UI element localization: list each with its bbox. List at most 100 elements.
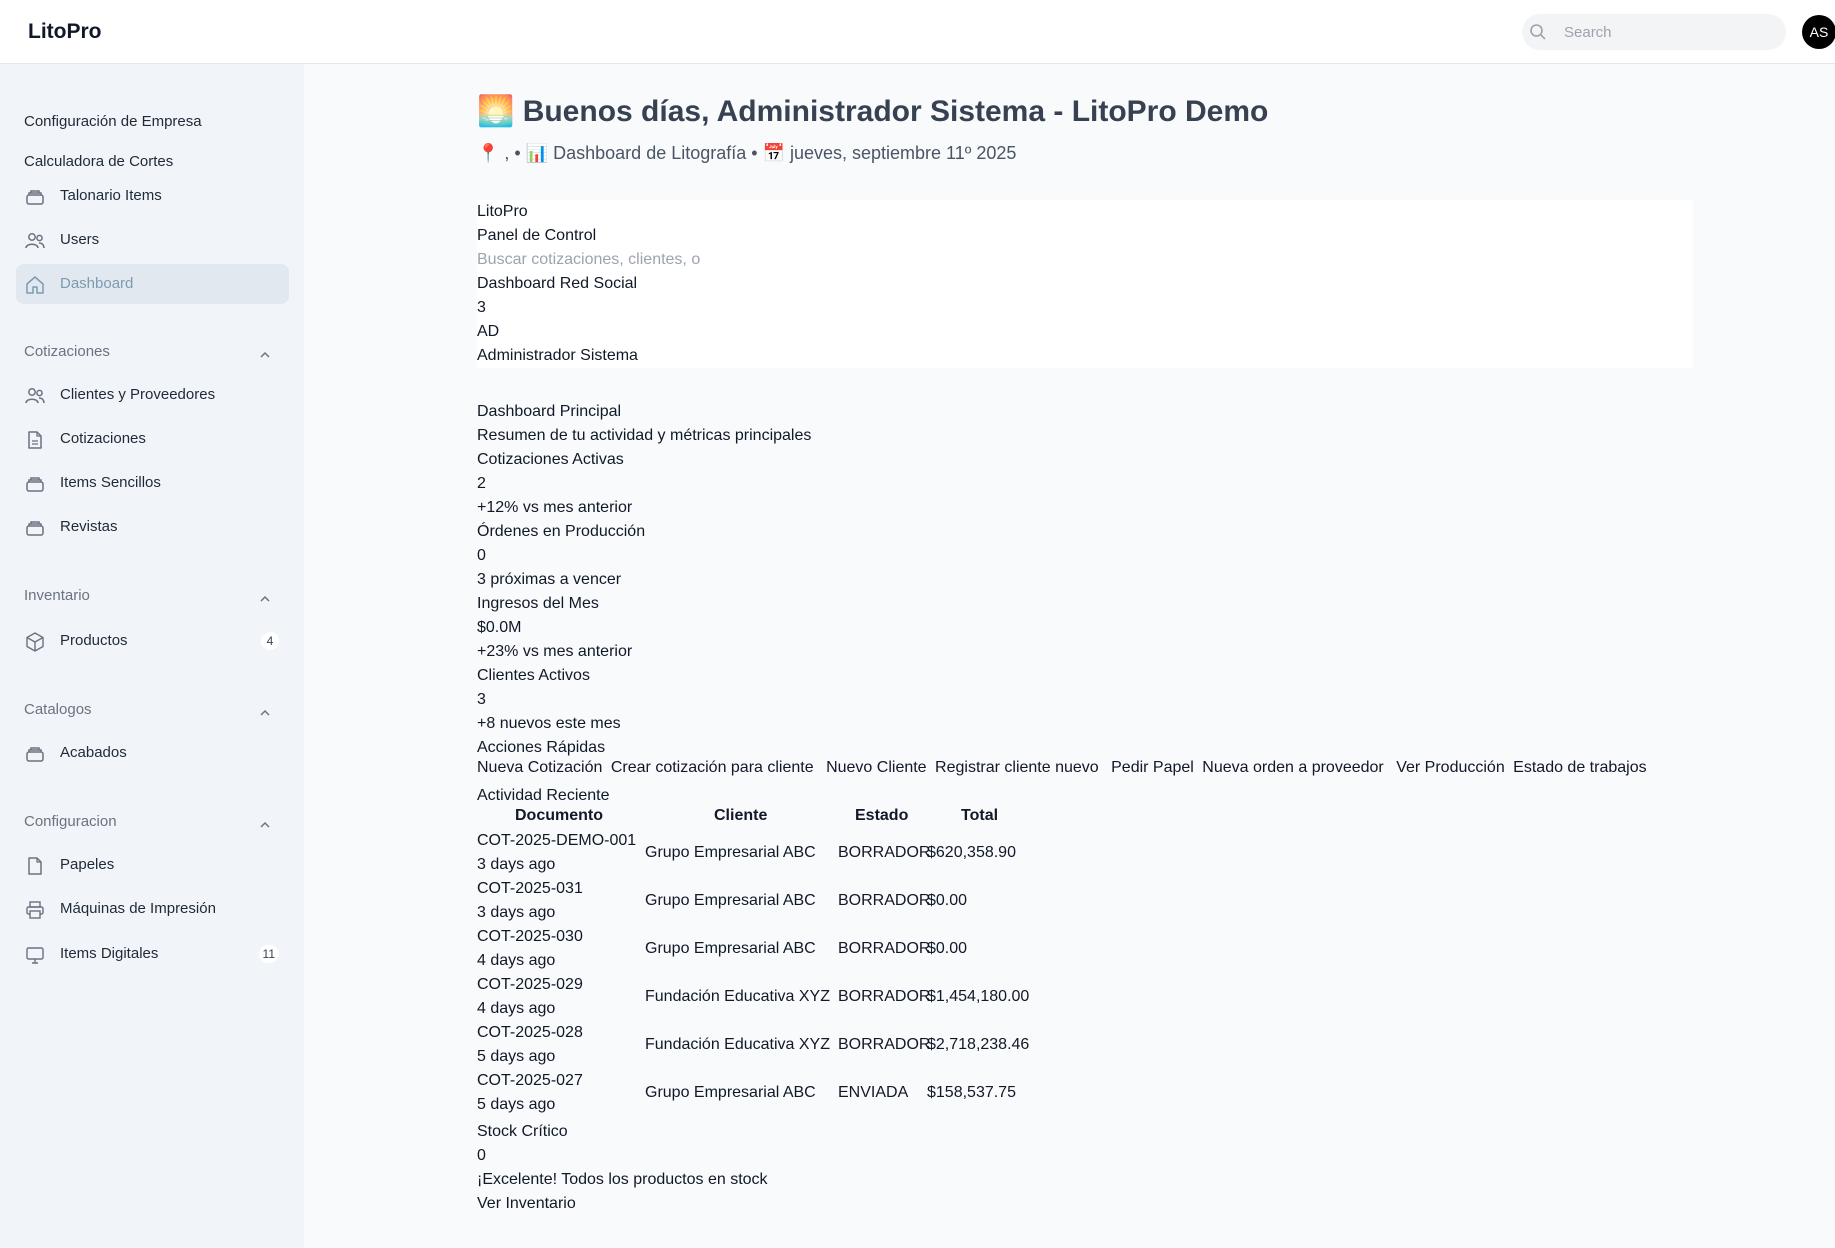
quick-action-desc: Crear cotización para cliente [610, 759, 814, 776]
total-amount: $0.00 [927, 892, 968, 909]
sidebar-item-dashboard[interactable]: Dashboard [16, 264, 289, 304]
sidebar-item-maquinas-impresion[interactable]: Máquinas de Impresión [16, 889, 289, 929]
metric-value: 2 [477, 475, 486, 492]
stock-value: 0 [477, 1147, 486, 1164]
sidebar-item-configuracion-empresa[interactable]: Configuración de Empresa [16, 102, 289, 142]
doc-age: 4 days ago [477, 952, 556, 969]
client-name: Grupo Empresarial ABC [645, 1084, 816, 1101]
sidebar-item-label: Revistas [60, 518, 118, 535]
top-bar: LitoPro AS [0, 0, 1835, 64]
quick-actions-title: Acciones Rápidas [477, 739, 606, 756]
sidebar-item-papeles[interactable]: Papeles [16, 845, 289, 885]
group-configuracion-toggle[interactable]: Configuracion [24, 813, 281, 837]
stack-icon [26, 521, 44, 536]
quick-action-desc: Estado de trabajos [1513, 759, 1647, 776]
group-catalogos-toggle[interactable]: Catalogos [24, 701, 281, 725]
column-header: Documento [515, 807, 603, 824]
sidebar-item-label: Items Digitales [60, 945, 159, 962]
view-inventory-link[interactable]: Ver Inventario [477, 1192, 576, 1216]
global-search[interactable] [1522, 14, 1786, 50]
embedded-social-link[interactable]: Dashboard Red Social [477, 272, 637, 296]
quick-action-desc: Registrar cliente nuevo [935, 759, 1099, 776]
doc-age: 3 days ago [477, 856, 556, 873]
status-badge: BORRADOR [838, 1036, 931, 1053]
sidebar-item-cotizaciones[interactable]: Cotizaciones [16, 419, 289, 459]
embedded-user-name[interactable]: Administrador Sistema [477, 344, 638, 368]
doc-age: 4 days ago [477, 1000, 556, 1017]
stack-icon [26, 747, 44, 762]
sidebar-item-users[interactable]: Users [16, 220, 289, 260]
page-title: 🌅 Buenos días, Administrador Sistema - L… [477, 95, 1269, 128]
sidebar-item-items-sencillos[interactable]: Items Sencillos [16, 463, 289, 503]
sidebar-item-clientes-proveedores[interactable]: Clientes y Proveedores [16, 375, 289, 415]
sidebar-item-label: Cotizaciones [60, 430, 146, 447]
document-icon [28, 431, 42, 449]
stock-title: Stock Crítico [477, 1123, 568, 1140]
quick-action-label: Nuevo Cliente [826, 759, 927, 776]
group-cotizaciones-toggle[interactable]: Cotizaciones [24, 343, 281, 367]
brand-logo[interactable]: LitoPro [28, 20, 102, 44]
doc-id: COT-2025-027 [477, 1072, 583, 1089]
sidebar-item-label: Configuración de Empresa [24, 113, 202, 130]
notification-count[interactable]: 3 [477, 296, 486, 320]
user-avatar[interactable]: AS [1802, 15, 1835, 49]
group-title: Cotizaciones [24, 343, 110, 360]
metric-label: Cotizaciones Activas [477, 451, 624, 468]
client-name: Grupo Empresarial ABC [645, 892, 816, 909]
sidebar: Configuración de Empresa Calculadora de … [0, 64, 304, 1248]
doc-age: 5 days ago [477, 1096, 556, 1113]
column-header: Estado [855, 807, 909, 824]
doc-id: COT-2025-031 [477, 880, 583, 897]
chevron-up-icon [260, 351, 270, 358]
embedded-navbar [477, 200, 1693, 368]
sidebar-item-talonario-items[interactable]: Talonario Items [16, 176, 289, 216]
sidebar-item-label: Máquinas de Impresión [60, 900, 216, 917]
sidebar-item-productos[interactable]: Productos 4 [16, 621, 289, 661]
sidebar-item-acabados[interactable]: Acabados [16, 733, 289, 773]
metric-value: $0.0M [477, 619, 522, 636]
chevron-up-icon [260, 595, 270, 602]
quick-action-desc: Nueva orden a proveedor [1202, 759, 1384, 776]
users-icon [25, 388, 45, 404]
embedded-search-input[interactable] [477, 248, 711, 272]
group-title: Catalogos [24, 701, 92, 718]
doc-id: COT-2025-030 [477, 928, 583, 945]
client-name: Fundación Educativa XYZ [645, 1036, 830, 1053]
client-name: Fundación Educativa XYZ [645, 988, 830, 1005]
dashboard-title: Dashboard Principal [477, 403, 622, 420]
printer-icon [26, 901, 44, 919]
total-amount: $620,358.90 [927, 844, 1016, 861]
sidebar-item-label: Talonario Items [60, 187, 162, 204]
quick-action-label: Pedir Papel [1111, 759, 1194, 776]
quick-action-new-client[interactable]: Nuevo Cliente Registrar cliente nuevo [826, 759, 1103, 776]
chevron-up-icon [260, 821, 270, 828]
embedded-panel-link[interactable]: Panel de Control [477, 224, 596, 248]
metric-value: 0 [477, 547, 486, 564]
sidebar-item-revistas[interactable]: Revistas [16, 507, 289, 547]
stack-icon [26, 477, 44, 492]
cube-icon [26, 632, 44, 652]
sidebar-item-label: Calculadora de Cortes [24, 153, 174, 170]
quick-action-new-quote[interactable]: Nueva Cotización Crear cotización para c… [477, 759, 818, 776]
group-title: Inventario [24, 587, 90, 604]
embedded-avatar[interactable]: AD [477, 320, 499, 344]
count-badge: 11 [258, 945, 279, 963]
metric-label: Órdenes en Producción [477, 523, 646, 540]
search-input[interactable] [1564, 14, 1778, 50]
group-inventario-toggle[interactable]: Inventario [24, 587, 281, 611]
search-icon [1530, 24, 1546, 40]
quick-action-view-production[interactable]: Ver Producción Estado de trabajos [1396, 759, 1650, 776]
activity-title: Actividad Reciente [477, 787, 610, 804]
sidebar-item-items-digitales[interactable]: Items Digitales 11 [16, 934, 289, 974]
doc-id: COT-2025-DEMO-001 [477, 832, 637, 849]
group-title: Configuracion [24, 813, 117, 830]
total-amount: $158,537.75 [927, 1084, 1016, 1101]
total-amount: $0.00 [927, 940, 968, 957]
quick-action-order-paper[interactable]: Pedir Papel Nueva orden a proveedor [1111, 759, 1388, 776]
metric-note: +23% vs mes anterior [477, 643, 633, 660]
status-badge: BORRADOR [838, 892, 931, 909]
sidebar-item-label: Dashboard [60, 275, 134, 292]
embedded-brand[interactable]: LitoPro [477, 200, 528, 224]
sidebar-item-label: Productos [60, 632, 128, 649]
doc-age: 5 days ago [477, 1048, 556, 1065]
